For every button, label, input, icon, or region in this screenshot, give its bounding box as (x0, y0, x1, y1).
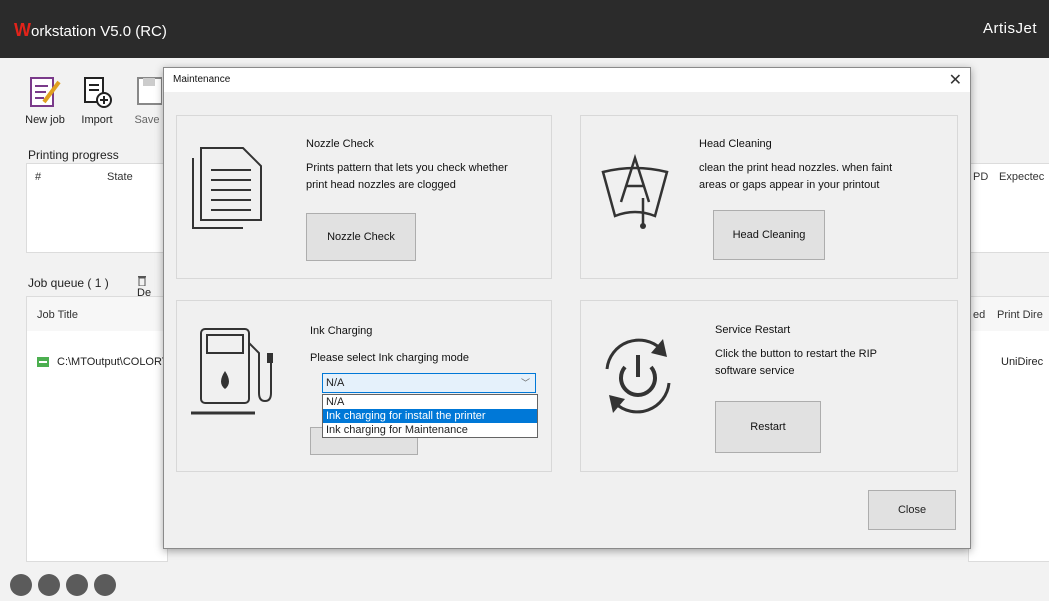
head-cleaning-description: clean the print head nozzles. when faint… (699, 160, 892, 194)
nozzle-check-button[interactable]: Nozzle Check (306, 213, 416, 261)
app-title-initial: W (14, 20, 31, 40)
select-value: N/A (326, 377, 345, 389)
head-cleaning-title: Head Cleaning (699, 138, 772, 150)
close-icon[interactable]: ✕ (949, 70, 962, 90)
delete-button[interactable]: De (137, 274, 163, 299)
chevron-down-icon: ﹀ (520, 378, 530, 388)
new-job-label: New job (25, 114, 65, 126)
nozzle-check-panel: Nozzle Check Prints pattern that lets yo… (176, 115, 552, 279)
dialog-title: Maintenance (173, 74, 231, 85)
head-cleaning-button[interactable]: Head Cleaning (713, 210, 825, 260)
ink-pump-icon (191, 328, 273, 415)
job-queue-table-right: ed Print Dire UniDirec (968, 296, 1049, 562)
document-icon[interactable] (38, 574, 60, 596)
app-title-text: orkstation V5.0 (RC) (31, 23, 167, 40)
column-header-number: # (35, 171, 42, 183)
column-header-speed: ed (973, 309, 986, 321)
column-header-job-title: Job Title (37, 309, 78, 321)
job-queue-label: Job queue ( 1 ) (28, 276, 109, 290)
save-button[interactable]: Save (132, 74, 162, 130)
title-bar: Workstation V5.0 (RC) ArtisJet (0, 0, 1049, 58)
nozzle-check-description: Prints pattern that lets you check wheth… (306, 160, 508, 194)
service-restart-desc-line1: Click the button to restart the RIP (715, 348, 878, 360)
app-title: Workstation V5.0 (RC) (14, 20, 167, 41)
dropdown-option-maintenance[interactable]: Ink charging for Maintenance (323, 423, 537, 437)
nozzle-check-title: Nozzle Check (306, 138, 374, 150)
nozzle-check-desc-line1: Prints pattern that lets you check wheth… (306, 162, 508, 174)
head-cleaning-icon (601, 153, 669, 229)
dropdown-option-install[interactable]: Ink charging for install the printer (323, 409, 537, 423)
head-cleaning-panel: Head Cleaning clean the print head nozzl… (580, 115, 958, 279)
job-path: C:\MTOutput\COLORTE (57, 356, 176, 368)
document-pages-icon (192, 147, 262, 229)
printing-progress-table: # State (26, 163, 168, 253)
ink-charging-mode-select[interactable]: N/A ﹀ (322, 373, 536, 393)
file-icon (37, 357, 49, 367)
save-icon (137, 77, 162, 105)
close-button[interactable]: Close (868, 490, 956, 530)
column-header-pd: PD (973, 171, 989, 183)
brand-logo: ArtisJet (982, 20, 1037, 37)
service-restart-title: Service Restart (715, 324, 791, 336)
ink-charging-mode-dropdown: N/A Ink charging for install the printer… (322, 394, 538, 438)
column-header-state: State (107, 171, 133, 183)
ink-charging-title: Ink Charging (310, 325, 373, 337)
job-print-direction: UniDirec (1001, 356, 1044, 368)
folder-icon[interactable] (94, 574, 116, 596)
import-label: Import (81, 114, 113, 126)
service-restart-panel: Service Restart Click the button to rest… (580, 300, 958, 472)
settings-icon[interactable] (10, 574, 32, 596)
import-icon (84, 77, 112, 108)
restart-button[interactable]: Restart (715, 401, 821, 453)
nozzle-check-desc-line2: print head nozzles are clogged (306, 179, 456, 191)
head-cleaning-desc-line1: clean the print head nozzles. when faint (699, 162, 893, 174)
printing-progress-label: Printing progress (28, 148, 119, 162)
dropdown-option-na[interactable]: N/A (323, 395, 537, 409)
column-header-expected: Expectec (999, 171, 1045, 183)
ink-charging-description: Please select Ink charging mode (310, 352, 469, 364)
trash-icon (138, 276, 146, 287)
save-label: Save (134, 114, 160, 126)
printing-progress-table-right: PD Expectec (968, 163, 1049, 253)
new-job-button[interactable]: New job (20, 74, 70, 130)
service-restart-description: Click the button to restart the RIP soft… (715, 346, 877, 380)
import-button[interactable]: Import (72, 74, 122, 130)
restart-power-icon (605, 338, 671, 414)
maintenance-dialog: Maintenance ✕ Nozzle Check Prints patter… (163, 67, 971, 549)
head-cleaning-desc-line2: areas or gaps appear in your printout (699, 179, 880, 191)
statistics-icon[interactable] (66, 574, 88, 596)
ink-charging-panel: Ink Charging Please select Ink charging … (176, 300, 552, 472)
column-header-print-direction: Print Dire (997, 309, 1043, 321)
new-job-icon (30, 77, 61, 107)
service-restart-desc-line2: software service (715, 365, 795, 377)
table-row[interactable]: C:\MTOutput\COLORTE (27, 351, 176, 373)
job-queue-table: Job Title C:\MTOutput\COLORTE (26, 296, 176, 562)
dialog-header: Maintenance ✕ (164, 68, 970, 92)
